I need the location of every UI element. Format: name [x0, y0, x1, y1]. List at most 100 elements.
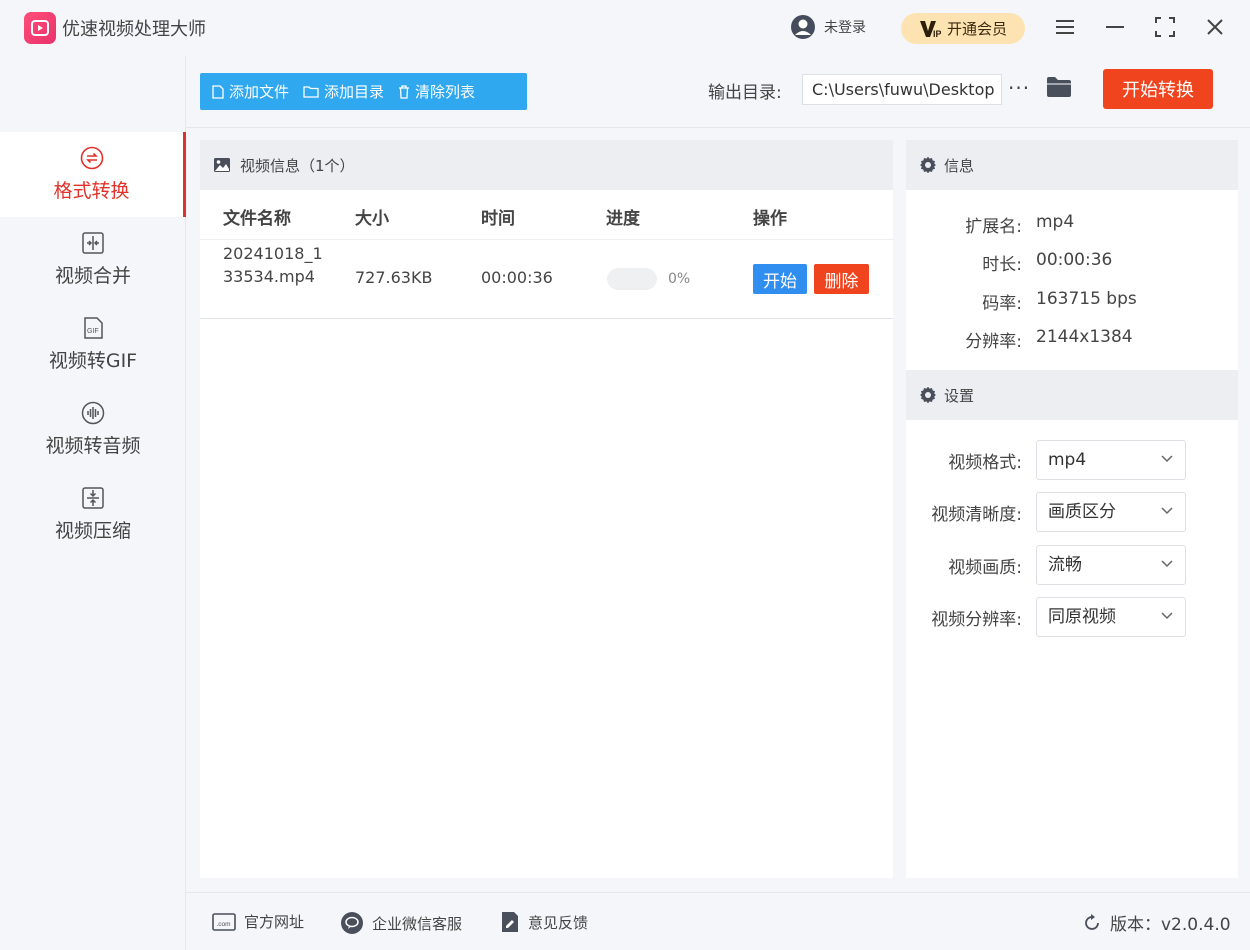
sidebar-item-gif[interactable]: GIF 视频转GIF	[0, 302, 186, 387]
video-resolution-select[interactable]: 同原视频	[1036, 597, 1186, 637]
gear-icon	[920, 156, 936, 174]
browse-more-button[interactable]: ···	[1008, 76, 1030, 100]
feedback-link[interactable]: 意见反馈	[500, 911, 588, 933]
app-title: 优速视频处理大师	[62, 19, 206, 40]
chevron-down-icon	[1161, 612, 1173, 620]
column-header: 时间	[481, 209, 515, 229]
progress-bar	[607, 268, 657, 290]
output-dir-label: 输出目录:	[708, 83, 782, 103]
vip-button[interactable]: IP 开通会员	[901, 13, 1025, 44]
sidebar: 格式转换 视频合并 GIF 视频转GIF 视频转音频 视频压缩	[0, 56, 186, 950]
chevron-down-icon	[1161, 507, 1173, 515]
file-name: 20241018_133534.mp4	[223, 244, 323, 286]
info-bitrate: 码率: 163715 bps	[906, 289, 1238, 314]
column-header: 大小	[355, 209, 389, 229]
progress-percent: 0%	[668, 271, 691, 287]
video-clarity-select[interactable]: 画质区分	[1036, 492, 1186, 532]
wechat-label: 企业微信客服	[372, 914, 463, 933]
add-directory-label: 添加目录	[324, 83, 385, 101]
add-file-button[interactable]: 添加文件	[212, 81, 289, 102]
feedback-label: 意见反馈	[528, 913, 589, 932]
svg-text:.com: .com	[217, 921, 231, 928]
svg-text:GIF: GIF	[87, 328, 99, 335]
sidebar-item-label: 视频转音频	[45, 435, 141, 457]
info-key: 分辨率:	[965, 332, 1022, 352]
select-value: 同原视频	[1048, 607, 1116, 627]
convert-icon	[80, 146, 103, 170]
toolbar: 添加文件 添加目录 清除列表 输出目录: C:\Users\fuwu\Deskt…	[186, 56, 1250, 128]
info-extension: 扩展名: mp4	[906, 212, 1238, 237]
video-count-title: 视频信息（1个）	[240, 156, 355, 175]
sidebar-item-label: 视频压缩	[54, 520, 131, 542]
user-avatar-icon	[791, 15, 815, 39]
feedback-icon	[502, 912, 518, 932]
official-website-link[interactable]: .com 官方网址	[212, 911, 304, 932]
info-resolution: 分辨率: 2144x1384	[906, 327, 1238, 352]
clear-list-button[interactable]: 清除列表	[398, 81, 475, 102]
minimize-icon[interactable]	[1102, 14, 1128, 40]
video-list-header: 视频信息（1个）	[200, 140, 893, 190]
info-title: 信息	[944, 156, 975, 175]
add-file-label: 添加文件	[229, 83, 290, 101]
column-header: 操作	[753, 209, 787, 229]
info-value: 163715 bps	[1036, 289, 1137, 309]
login-status-text: 未登录	[824, 20, 866, 36]
title-bar: 优速视频处理大师 未登录 IP 开通会员	[0, 0, 1250, 56]
setting-label: 视频画质:	[948, 558, 1022, 578]
sidebar-item-format-convert[interactable]: 格式转换	[0, 132, 186, 217]
info-duration: 时长: 00:00:36	[906, 250, 1238, 275]
row-start-button[interactable]: 开始	[753, 264, 807, 294]
setting-label: 视频分辨率:	[931, 610, 1022, 630]
chevron-down-icon	[1161, 455, 1173, 463]
column-header: 文件名称	[223, 209, 291, 229]
output-path-field[interactable]: C:\Users\fuwu\Desktop	[802, 74, 1002, 105]
info-value: 00:00:36	[1036, 250, 1113, 270]
add-directory-button[interactable]: 添加目录	[303, 81, 384, 102]
setting-video-resolution: 视频分辨率: 同原视频	[906, 597, 1238, 637]
file-icon	[212, 84, 224, 99]
app-logo-icon	[24, 12, 56, 44]
setting-label: 视频清晰度:	[931, 505, 1022, 525]
version-label: 版本：v2.0.4.0	[1110, 915, 1231, 935]
video-quality-select[interactable]: 流畅	[1036, 545, 1186, 585]
file-size: 727.63KB	[355, 268, 433, 287]
compress-icon	[82, 487, 104, 509]
open-folder-icon[interactable]	[1046, 76, 1072, 102]
login-button[interactable]: 未登录	[790, 14, 866, 40]
menu-icon[interactable]	[1052, 14, 1078, 40]
setting-video-clarity: 视频清晰度: 画质区分	[906, 492, 1238, 532]
start-convert-button[interactable]: 开始转换	[1103, 69, 1213, 109]
footer: .com 官方网址 企业微信客服 意见反馈 版本：v2.0.4.0	[186, 892, 1250, 950]
column-header: 进度	[606, 209, 640, 229]
merge-icon	[82, 232, 104, 254]
setting-label: 视频格式:	[948, 453, 1022, 473]
info-header: 信息	[906, 140, 1238, 190]
select-value: mp4	[1048, 450, 1087, 470]
select-value: 画质区分	[1048, 502, 1116, 522]
table-header: 文件名称 大小 时间 进度 操作	[200, 190, 893, 240]
close-icon[interactable]	[1202, 14, 1228, 40]
wechat-service-link[interactable]: 企业微信客服	[340, 911, 462, 935]
info-key: 扩展名:	[965, 217, 1022, 237]
sidebar-item-label: 视频合并	[54, 265, 131, 287]
sidebar-item-merge[interactable]: 视频合并	[0, 217, 186, 302]
vip-icon: IP	[919, 20, 941, 39]
sidebar-item-compress[interactable]: 视频压缩	[0, 472, 186, 557]
audio-icon	[81, 401, 105, 425]
video-format-select[interactable]: mp4	[1036, 440, 1186, 480]
folder-outline-icon	[303, 86, 319, 98]
version-info[interactable]: 版本：v2.0.4.0	[1082, 910, 1231, 935]
svg-text:IP: IP	[933, 29, 941, 39]
sidebar-item-label: 格式转换	[53, 180, 130, 202]
row-delete-button[interactable]: 删除	[814, 264, 869, 294]
settings-header: 设置	[906, 370, 1238, 420]
file-duration: 00:00:36	[481, 268, 553, 287]
maximize-icon[interactable]	[1152, 14, 1178, 40]
settings-title: 设置	[944, 386, 975, 405]
video-list-panel: 视频信息（1个） 文件名称 大小 时间 进度 操作 20241018_13353…	[200, 140, 893, 878]
info-value: 2144x1384	[1036, 327, 1133, 347]
table-row[interactable]: 20241018_133534.mp4 727.63KB 00:00:36 0%…	[200, 240, 893, 319]
chat-icon	[341, 912, 363, 934]
sidebar-item-audio[interactable]: 视频转音频	[0, 387, 186, 472]
setting-video-quality: 视频画质: 流畅	[906, 545, 1238, 585]
